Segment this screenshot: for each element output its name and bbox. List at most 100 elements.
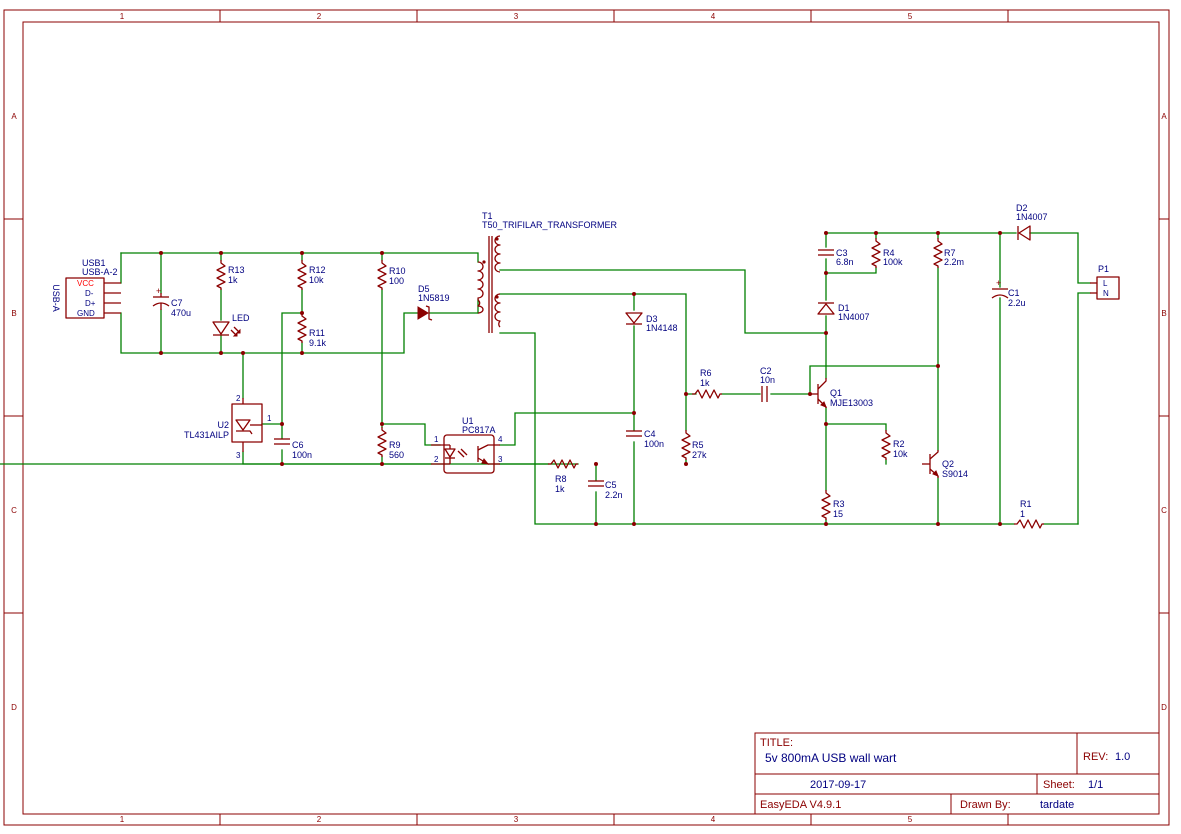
rev-label: REV: <box>1083 751 1108 763</box>
u1-pin-2: 2 <box>434 455 439 464</box>
schematic-canvas: 1 2 3 4 5 1 2 3 4 5 A B C D A B C D VCC … <box>0 9 1170 826</box>
c4-ref: C4 <box>644 429 656 439</box>
ruler-col-1: 1 <box>120 12 125 21</box>
c4-capacitor: C4 100n <box>626 429 664 449</box>
c5-ref: C5 <box>605 480 617 490</box>
r8-ref: R8 <box>555 474 567 484</box>
c5-capacitor: C5 2.2n <box>588 480 623 500</box>
ruler-col-3: 3 <box>514 12 519 21</box>
d5-diode: D5 1N5819 <box>417 284 450 321</box>
d2-diode: D2 1N4007 <box>1016 203 1048 241</box>
r7-resistor: R7 2.2m <box>933 238 964 268</box>
r8-value: 1k <box>555 484 565 494</box>
p1-pin-l: L <box>1103 279 1108 288</box>
ruler-col-3-bottom: 3 <box>514 815 519 824</box>
led-ref: LED <box>232 313 250 323</box>
wires <box>0 232 1091 525</box>
u2-pin-2: 2 <box>236 394 241 403</box>
r3-ref: R3 <box>833 499 845 509</box>
r6-value: 1k <box>700 378 710 388</box>
r13-resistor: R13 1k <box>216 260 245 290</box>
c4-value: 100n <box>644 439 664 449</box>
c2-capacitor: C2 10n <box>760 366 775 402</box>
ruler-col-2-bottom: 2 <box>317 815 322 824</box>
u1-pin-3: 3 <box>498 455 503 464</box>
c7-plus-icon: + <box>156 286 161 296</box>
drawn-by-value: tardate <box>1040 799 1074 811</box>
sheet-frame: 1 2 3 4 5 1 2 3 4 5 A B C D A B C D <box>3 9 1170 826</box>
r12-value: 10k <box>309 275 324 285</box>
ruler-col-1-bottom: 1 <box>120 815 125 824</box>
c1-ref: C1 <box>1008 288 1020 298</box>
c6-ref: C6 <box>292 440 304 450</box>
ruler-row-a-right: A <box>1161 112 1167 121</box>
d5-value: 1N5819 <box>418 293 450 303</box>
r2-ref: R2 <box>893 439 905 449</box>
r13-ref: R13 <box>228 265 245 275</box>
r9-resistor: R9 560 <box>377 427 404 460</box>
r11-resistor: R11 9.1k <box>297 313 327 348</box>
r11-ref: R11 <box>309 328 325 338</box>
title-block: TITLE: 5v 800mA USB wall wart REV: 1.0 2… <box>754 732 1160 815</box>
ruler-row-c: C <box>11 506 17 515</box>
ruler-col-5: 5 <box>908 12 913 21</box>
r13-value: 1k <box>228 275 238 285</box>
c1-capacitor: + C1 2.2u <box>991 278 1026 308</box>
r10-resistor: R10 100 <box>377 260 406 290</box>
c5-value: 2.2n <box>605 490 623 500</box>
u2-value: TL431AILP <box>184 430 229 440</box>
u1-pin-4: 4 <box>498 435 503 444</box>
r5-ref: R5 <box>692 440 704 450</box>
p1-pin-n: N <box>1103 289 1109 298</box>
q1-value: MJE13003 <box>830 398 873 408</box>
r9-ref: R9 <box>389 440 401 450</box>
c1-value: 2.2u <box>1008 298 1026 308</box>
p1-ref: P1 <box>1098 264 1109 274</box>
r2-resistor: R2 10k <box>881 430 908 460</box>
ruler-row-d-right: D <box>1161 703 1167 712</box>
led-diode: LED <box>212 313 250 337</box>
r3-resistor: R3 15 <box>821 490 845 520</box>
c7-capacitor: + C7 470u <box>152 286 191 318</box>
r5-value: 27k <box>692 450 707 460</box>
d1-value: 1N4007 <box>838 312 870 322</box>
title-label: TITLE: <box>760 737 793 749</box>
q1-ref: Q1 <box>830 388 842 398</box>
drawing-date: 2017-09-17 <box>810 779 866 791</box>
d3-value: 1N4148 <box>646 323 678 333</box>
q2-value: S9014 <box>942 469 968 479</box>
r10-ref: R10 <box>389 266 406 276</box>
r6-ref: R6 <box>700 368 712 378</box>
c7-ref: C7 <box>171 298 183 308</box>
r11-value: 9.1k <box>309 338 327 348</box>
tool-version: EasyEDA V4.9.1 <box>760 799 841 811</box>
c1-plus-icon: + <box>996 278 1001 288</box>
r9-value: 560 <box>389 450 404 460</box>
ruler-col-2: 2 <box>317 12 322 21</box>
r1-value: 1 <box>1020 509 1025 519</box>
u2-pin-3: 3 <box>236 451 241 460</box>
c2-value: 10n <box>760 375 775 385</box>
r1-resistor: R1 1 <box>1014 499 1044 529</box>
c6-value: 100n <box>292 450 312 460</box>
t1-value: T50_TRIFILAR_TRANSFORMER <box>482 220 618 230</box>
r10-value: 100 <box>389 276 404 286</box>
r12-resistor: R12 10k <box>297 260 326 290</box>
ruler-col-5-bottom: 5 <box>908 815 913 824</box>
sheet-label: Sheet: <box>1043 779 1075 791</box>
u2-tl431: 2 3 1 U2 TL431AILP <box>184 394 272 460</box>
ruler-col-4: 4 <box>711 12 716 21</box>
usb1-pin-dminus: D- <box>85 289 94 298</box>
ruler-row-b: B <box>11 309 16 318</box>
drawing-title: 5v 800mA USB wall wart <box>765 751 897 765</box>
usb1-pin-dplus: D+ <box>85 299 96 308</box>
r4-resistor: R4 100k <box>871 238 903 268</box>
q2-ref: Q2 <box>942 459 954 469</box>
q1-transistor: Q1 MJE13003 <box>810 378 873 408</box>
usb1-connector: VCC D- D+ GND USB1 USB-A-2 USB-A <box>51 258 121 319</box>
r5-resistor: R5 27k <box>681 430 707 460</box>
sheet-value: 1/1 <box>1088 779 1103 791</box>
q2-transistor: Q2 S9014 <box>922 450 968 479</box>
r3-value: 15 <box>833 509 843 519</box>
usb1-value: USB-A-2 <box>82 267 118 277</box>
